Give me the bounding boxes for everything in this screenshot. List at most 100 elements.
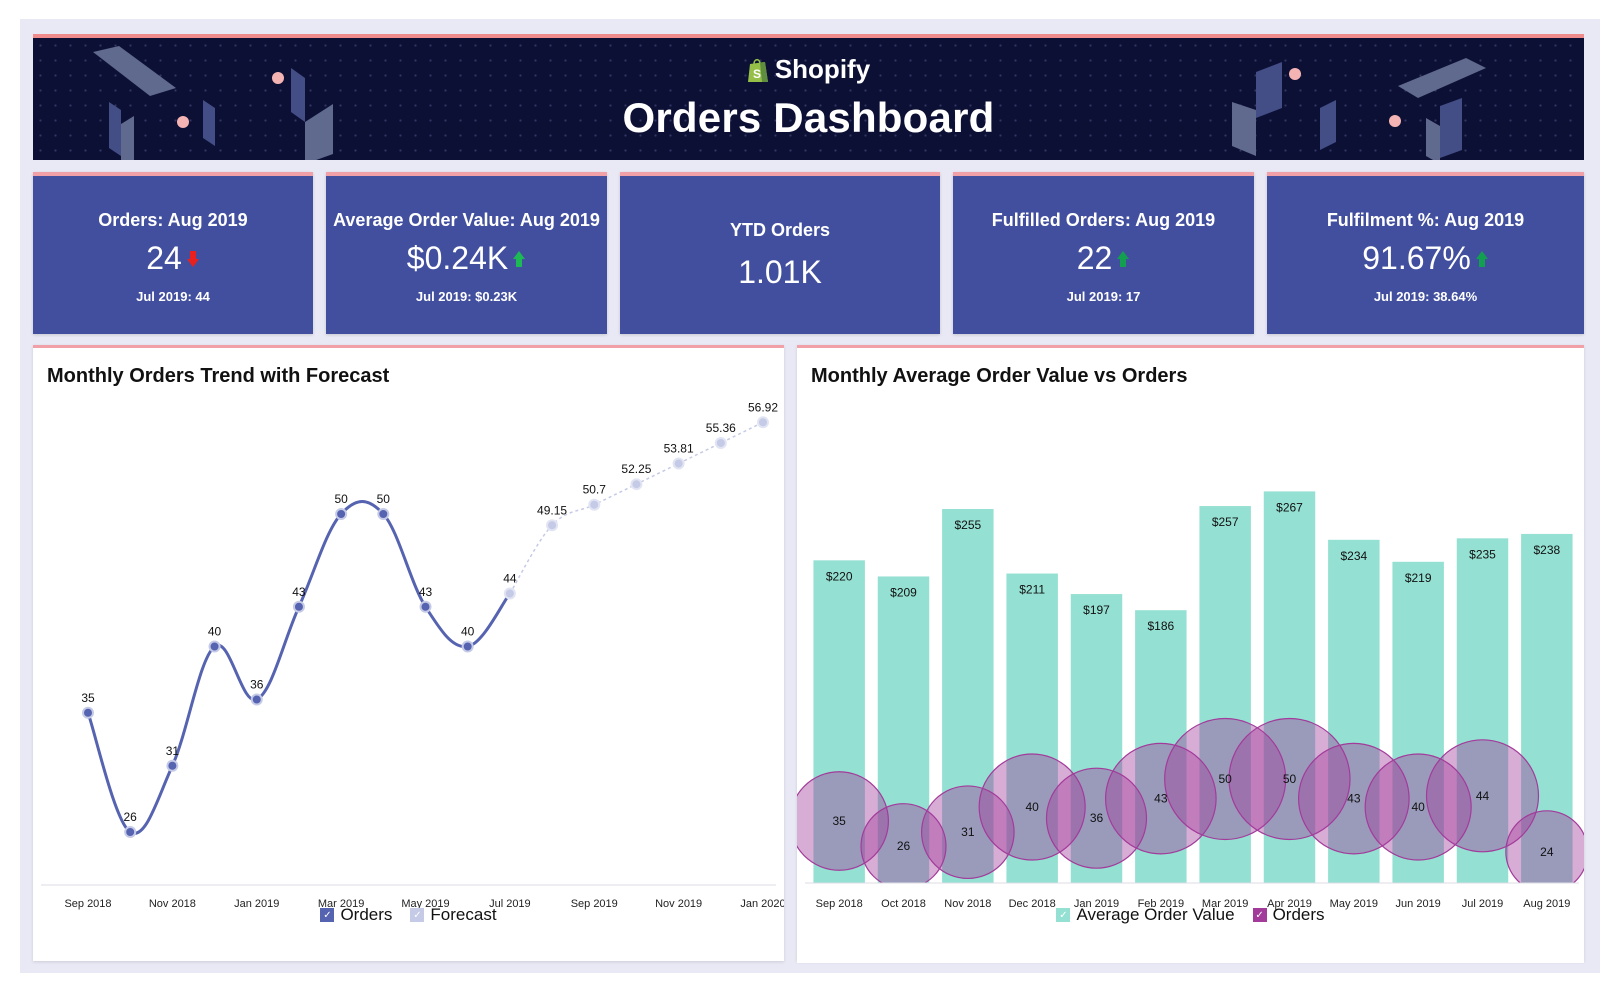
orders-point	[250, 693, 263, 706]
kpi-value-row: 22	[953, 240, 1254, 277]
orders-point	[124, 826, 137, 838]
svg-text:S: S	[753, 67, 761, 81]
kpi-label: YTD Orders	[729, 220, 831, 240]
data-label: 56.92	[748, 400, 778, 414]
trend-up-arrow-icon	[513, 250, 526, 267]
legend-item-orders[interactable]: ✓ Orders	[1252, 905, 1325, 925]
kpi-value-row: 91.67%	[1267, 240, 1584, 277]
bar-data-label: $234	[1340, 549, 1367, 563]
bar-data-label: $238	[1533, 543, 1560, 557]
bubble-data-label: 43	[1154, 792, 1168, 806]
orders-point	[82, 706, 94, 719]
kpi-previous: Jul 2019: 17	[1066, 289, 1141, 304]
data-label: 43	[419, 585, 433, 599]
orders-point	[377, 508, 390, 520]
data-label: 52.25	[621, 462, 651, 476]
bar-data-label: $255	[954, 518, 981, 532]
bar-data-label: $220	[826, 569, 853, 583]
legend-label: Average Order Value	[1076, 905, 1235, 924]
bubble-data-label: 36	[1090, 811, 1104, 825]
data-label: 40	[461, 625, 475, 639]
forecast-point	[503, 587, 516, 600]
kpi-label: Orders: Aug 2019	[98, 210, 248, 230]
bar-chart-legend: ✓ Average Order Value ✓ Orders	[797, 905, 1584, 925]
kpi-label: Average Order Value: Aug 2019	[333, 210, 600, 230]
bar-data-label: $197	[1083, 603, 1110, 617]
data-label: 26	[124, 810, 138, 824]
legend-item-orders[interactable]: ✓ Orders	[320, 905, 392, 925]
kpi-value: 22	[1076, 240, 1113, 276]
bubble-data-label: 43	[1347, 792, 1361, 806]
forecast-point	[714, 436, 727, 449]
kpi-label: Fulfilment %: Aug 2019	[1326, 210, 1525, 230]
trend-up-arrow-icon	[1117, 250, 1130, 267]
kpi-fulfilment-percent[interactable]: Fulfilment %: Aug 2019 91.67% Jul 2019: …	[1267, 172, 1584, 334]
data-label: 50	[377, 492, 391, 506]
orders-trend-card: Monthly Orders Trend with Forecast Sep 2…	[33, 345, 784, 961]
bar-data-label: $209	[890, 585, 917, 599]
bubble-data-label: 40	[1025, 800, 1039, 814]
bar-data-label: $211	[1019, 583, 1045, 597]
trend-down-arrow-icon	[186, 250, 199, 267]
kpi-value-row: 1.01K	[620, 254, 940, 291]
brand-name: Shopify	[774, 54, 871, 84]
kpi-value-row: 24	[33, 240, 313, 277]
orders-point	[292, 600, 305, 613]
kpi-value: 24	[146, 240, 182, 276]
shopify-bag-icon: S	[747, 58, 768, 82]
bar-data-label: $267	[1276, 500, 1303, 514]
bar-data-label: $235	[1469, 547, 1496, 561]
checkbox-icon: ✓	[410, 908, 425, 922]
bar-data-label: $186	[1147, 619, 1174, 633]
bubble-data-label: 35	[832, 814, 846, 828]
data-label: 31	[166, 744, 180, 758]
data-label: 40	[208, 625, 222, 639]
forecast-point	[757, 416, 769, 429]
aov-vs-orders-card: Monthly Average Order Value vs Orders $2…	[797, 345, 1584, 963]
legend-item-forecast[interactable]: ✓ Forecast	[410, 905, 497, 925]
kpi-value: 1.01K	[738, 254, 822, 290]
checkbox-icon: ✓	[1056, 908, 1071, 922]
orders-point	[335, 508, 348, 520]
bubble-data-label: 50	[1218, 772, 1232, 786]
kpi-ytd-orders[interactable]: YTD Orders 1.01K	[620, 172, 940, 334]
data-label: 43	[292, 585, 306, 599]
data-label: 55.36	[706, 421, 736, 435]
checkbox-icon: ✓	[1252, 908, 1267, 922]
data-label: 36	[250, 678, 264, 692]
forecast-point	[546, 519, 559, 532]
header-banner: S Shopify Orders Dashboard	[33, 34, 1584, 160]
data-label: 53.81	[664, 442, 694, 456]
data-label: 35	[81, 691, 95, 705]
data-label: 44	[503, 572, 517, 586]
aov-vs-orders-chart: $220 $209 $255 $211 $197 $186 $257 $267 $234 $219…	[797, 491, 1584, 963]
brand-logo: S Shopify	[33, 54, 1584, 85]
orders-point	[419, 600, 432, 613]
kpi-previous: Jul 2019: $0.23K	[415, 289, 518, 304]
bubble-data-label: 26	[897, 839, 911, 853]
bubble-data-label: 44	[1476, 789, 1490, 803]
kpi-average-order-value[interactable]: Average Order Value: Aug 2019 $0.24K Jul…	[326, 172, 607, 334]
data-label: 49.15	[537, 503, 567, 517]
kpi-fulfilled-orders[interactable]: Fulfilled Orders: Aug 2019 22 Jul 2019: …	[953, 172, 1254, 334]
bubble-data-label: 31	[961, 825, 975, 839]
legend-label: Forecast	[430, 905, 497, 924]
kpi-value: $0.24K	[406, 240, 509, 276]
bubble-data-label: 40	[1411, 800, 1425, 814]
orders-point	[461, 640, 474, 653]
legend-item-average-order-value[interactable]: ✓ Average Order Value	[1056, 905, 1235, 925]
bubble-data-label: 50	[1283, 772, 1297, 786]
kpi-label: Fulfilled Orders: Aug 2019	[991, 210, 1216, 230]
data-label: 50.7	[583, 483, 607, 497]
orders-point	[208, 640, 221, 653]
line-chart-legend: ✓ Orders ✓ Forecast	[33, 905, 784, 925]
kpi-orders[interactable]: Orders: Aug 2019 24 Jul 2019: 44	[33, 172, 313, 334]
checkbox-icon: ✓	[320, 908, 335, 922]
forecast-point	[588, 498, 601, 511]
data-label: 50	[334, 492, 348, 506]
trend-up-arrow-icon	[1475, 250, 1488, 267]
forecast-point	[630, 478, 643, 491]
bubble-data-label: 24	[1540, 845, 1554, 859]
page-title: Orders Dashboard	[622, 94, 995, 141]
legend-label: Orders	[340, 905, 393, 924]
